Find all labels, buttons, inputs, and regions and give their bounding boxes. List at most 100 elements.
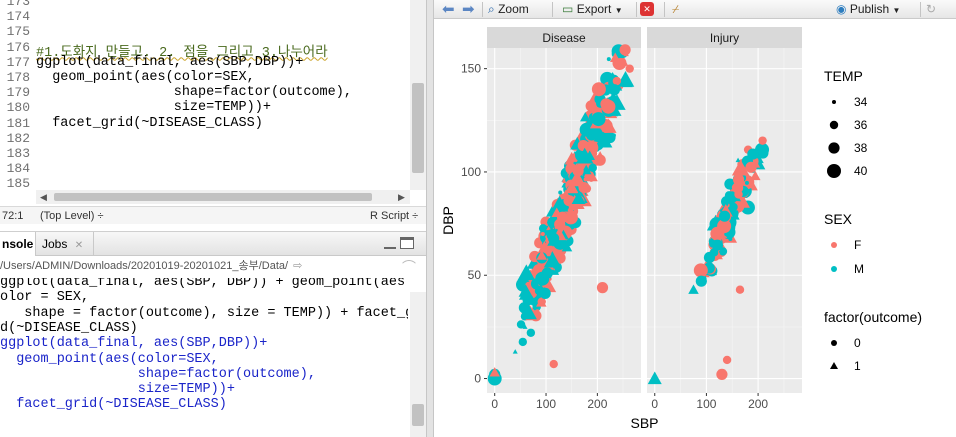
legend-key-color	[831, 242, 837, 248]
code-line[interactable]: shape=factor(outcome),	[36, 85, 352, 100]
legend-key-size	[827, 164, 841, 178]
data-point-circle	[722, 355, 732, 365]
code-line[interactable]: ggplot(data_final, aes(SBP,DBP))+	[36, 55, 303, 70]
line-number: 181	[6, 115, 30, 131]
legend-key-size	[832, 100, 836, 104]
broom-icon[interactable]: ⌒	[402, 257, 416, 277]
line-number: 185	[6, 176, 30, 192]
pane-splitter[interactable]	[426, 0, 434, 437]
go-to-directory-icon[interactable]: ⇨	[293, 260, 302, 272]
line-number: 180	[6, 100, 30, 116]
data-point-circle	[583, 177, 588, 182]
code-area[interactable]: #1.도화지 만들고. 2. 점을 그리고 3.나누어라 ggplot(data_…	[36, 0, 410, 190]
editor-vertical-scroll-thumb[interactable]	[412, 83, 424, 173]
cursor-position: 72:1	[2, 210, 24, 222]
filetype-selector[interactable]: R Script ÷	[370, 210, 418, 222]
data-point-circle	[558, 190, 563, 195]
code-line[interactable]: size=TEMP))+	[36, 100, 271, 115]
line-number: 176	[6, 39, 30, 55]
data-point-circle	[729, 202, 738, 212]
line-number: 182	[6, 130, 30, 146]
console-command-line: shape=factor(outcome),	[0, 366, 316, 382]
data-point-circle	[718, 210, 731, 222]
line-number: 178	[6, 70, 30, 85]
legend-label-sex: M	[854, 262, 864, 276]
line-number: 184	[6, 161, 30, 177]
back-arrow-icon[interactable]: ⬅	[442, 1, 455, 18]
line-number: 183	[6, 146, 30, 161]
tab-jobs[interactable]: Jobs ✕	[36, 232, 94, 256]
scroll-left-arrow-icon[interactable]: ◀	[40, 192, 47, 203]
line-number: 174	[6, 9, 30, 25]
legend-key-color	[831, 266, 837, 272]
console-command-line: geom_point(aes(color=SEX,	[0, 351, 219, 367]
publish-icon: ◉	[836, 2, 847, 16]
editor-horizontal-scroll-thumb[interactable]	[54, 193, 372, 201]
scope-selector[interactable]: (Top Level) ÷	[40, 210, 104, 222]
legend-key-size	[829, 120, 839, 130]
minimize-pane-icon[interactable]	[384, 237, 396, 249]
line-number: 173	[6, 0, 30, 9]
remove-plot-icon[interactable]: ✕	[640, 2, 654, 16]
console-output-line: ggplot(data_final, aes(SBP, DBP)) + geom…	[0, 278, 406, 290]
console-command-line: facet_grid(~DISEASE_CLASS)	[0, 397, 227, 413]
y-tick-label: 150	[461, 62, 481, 76]
code-line[interactable]: facet_grid(~DISEASE_CLASS)	[36, 116, 263, 131]
console-output-line: d(~DISEASE_CLASS)	[0, 320, 138, 336]
maximize-pane-icon[interactable]	[400, 237, 414, 249]
forward-arrow-icon[interactable]: ➡	[462, 1, 475, 18]
working-directory-path: /Users/ADMIN/Downloads/20201019-20201021…	[0, 260, 289, 272]
data-point-circle	[518, 337, 528, 347]
data-point-circle	[619, 44, 631, 56]
console-output[interactable]: ggplot(data_final, aes(SBP, DBP)) + geom…	[0, 278, 408, 437]
editor-status-bar: 72:1 (Top Level) ÷ R Script ÷	[0, 206, 426, 224]
data-point-circle	[625, 64, 634, 73]
console-command-line: ggplot(data_final, aes(SBP,DBP))+	[0, 336, 268, 352]
refresh-icon[interactable]: ↻	[926, 1, 936, 18]
data-point-circle	[591, 82, 606, 97]
plots-toolbar: ⬅ ➡ ⌕ Zoom ▭ Export ▼ ✕ ⌿ ◉ Publish ▼ ↻	[434, 0, 956, 19]
x-axis-title: SBP	[630, 415, 658, 431]
plot-viewer: Disease Injury 0 100 200 0 100 200 0 50 100 150 SBP…	[434, 20, 956, 437]
data-point-circle	[594, 131, 606, 143]
y-tick-label: 50	[468, 268, 482, 282]
console-vertical-scroll-thumb[interactable]	[412, 404, 424, 426]
broom-icon[interactable]: ⌿	[672, 1, 679, 18]
tab-jobs-label: Jobs	[42, 237, 68, 251]
line-number: 179	[6, 85, 30, 101]
legend-label-sex: F	[854, 238, 861, 252]
export-button[interactable]: ▭ Export ▼	[562, 1, 623, 18]
code-line[interactable]: geom_point(aes(color=SEX,	[36, 70, 255, 85]
console-tab-bar: nsole Jobs ✕	[0, 232, 426, 256]
data-point-circle	[594, 154, 606, 166]
scroll-right-arrow-icon[interactable]: ▶	[398, 192, 405, 203]
y-tick-label: 100	[461, 165, 481, 179]
data-point-circle	[745, 161, 757, 173]
legend-label-size: 40	[854, 164, 868, 178]
data-point-circle	[589, 177, 594, 182]
line-number: 175	[6, 24, 30, 40]
legend-label-size: 38	[854, 141, 868, 155]
publish-button[interactable]: ◉ Publish ▼	[836, 1, 900, 18]
legend-key-shape	[831, 340, 837, 346]
working-directory: /Users/ADMIN/Downloads/20201019-20201021…	[0, 256, 426, 276]
zoom-label: Zoom	[498, 2, 529, 16]
console-output-line: olor = SEX,	[0, 290, 90, 306]
data-point-circle	[591, 112, 606, 127]
data-point-circle	[588, 163, 597, 173]
legend: TEMP 34 36 38 40 SEXFMfactor(outcome) 0 1	[824, 68, 922, 373]
export-icon: ▭	[562, 2, 574, 16]
data-point-circle	[732, 174, 745, 186]
line-number: 177	[6, 54, 30, 70]
source-editor[interactable]: 173 174 175 176 177 178 179 180 181 182 183 184 185 …	[0, 0, 426, 224]
data-point-circle	[711, 239, 724, 251]
console-output-line: shape = factor(outcome), size = TEMP)) +…	[0, 305, 408, 321]
data-point-circle	[724, 191, 734, 200]
tab-console[interactable]: nsole	[0, 232, 36, 256]
zoom-button[interactable]: ⌕ Zoom	[488, 1, 529, 18]
legend-title-temp: TEMP	[824, 68, 863, 84]
legend-label-size: 34	[854, 95, 868, 109]
legend-label-outcome: 1	[854, 359, 861, 373]
data-point-circle	[734, 190, 743, 199]
close-icon[interactable]: ✕	[75, 240, 83, 251]
